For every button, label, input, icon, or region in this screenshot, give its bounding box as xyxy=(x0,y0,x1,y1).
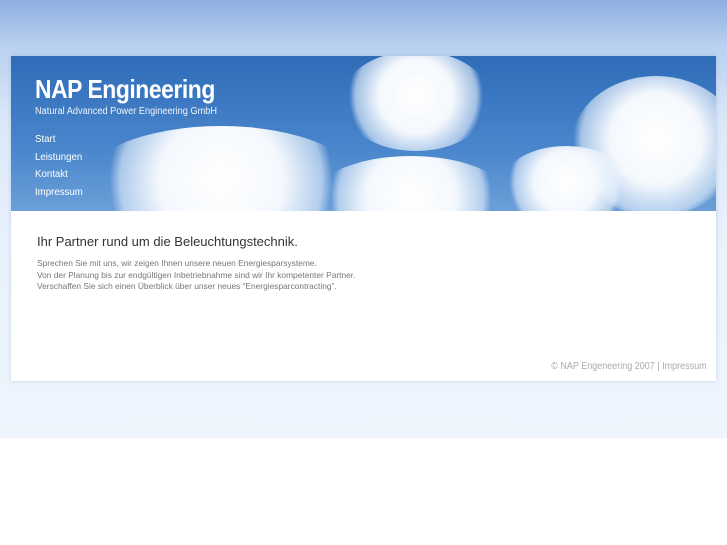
logo: NAP Engineering xyxy=(35,74,215,104)
main-nav: Start Leistungen Kontakt Impressum xyxy=(35,133,87,203)
nav-impressum[interactable]: Impressum xyxy=(35,186,83,204)
page-heading: Ihr Partner rund um die Beleuchtungstech… xyxy=(37,234,298,249)
intro-text: Sprechen Sie mit uns, wir zeigen Ihnen u… xyxy=(37,258,355,293)
intro-line: Von der Planung bis zur endgültigen Inbe… xyxy=(37,269,356,280)
footer-impressum-link[interactable]: Impressum xyxy=(662,361,707,372)
nav-leistungen[interactable]: Leistungen xyxy=(35,151,83,169)
content-card: NAP Engineering Natural Advanced Power E… xyxy=(11,56,716,381)
footer: © NAP Engeneering 2007 | Impressum xyxy=(552,361,707,372)
intro-line: Verschaffen Sie sich einen Überblick übe… xyxy=(37,281,337,292)
nav-start[interactable]: Start xyxy=(35,133,83,151)
logo-subtitle: Natural Advanced Power Engineering GmbH xyxy=(35,106,218,117)
cloud-image xyxy=(341,56,491,151)
nav-kontakt[interactable]: Kontakt xyxy=(35,168,83,186)
intro-line: Sprechen Sie mit uns, wir zeigen Ihnen u… xyxy=(37,258,317,268)
copyright: © NAP Engeneering 2007 | xyxy=(551,361,660,372)
sky-banner: NAP Engineering Natural Advanced Power E… xyxy=(11,56,716,211)
